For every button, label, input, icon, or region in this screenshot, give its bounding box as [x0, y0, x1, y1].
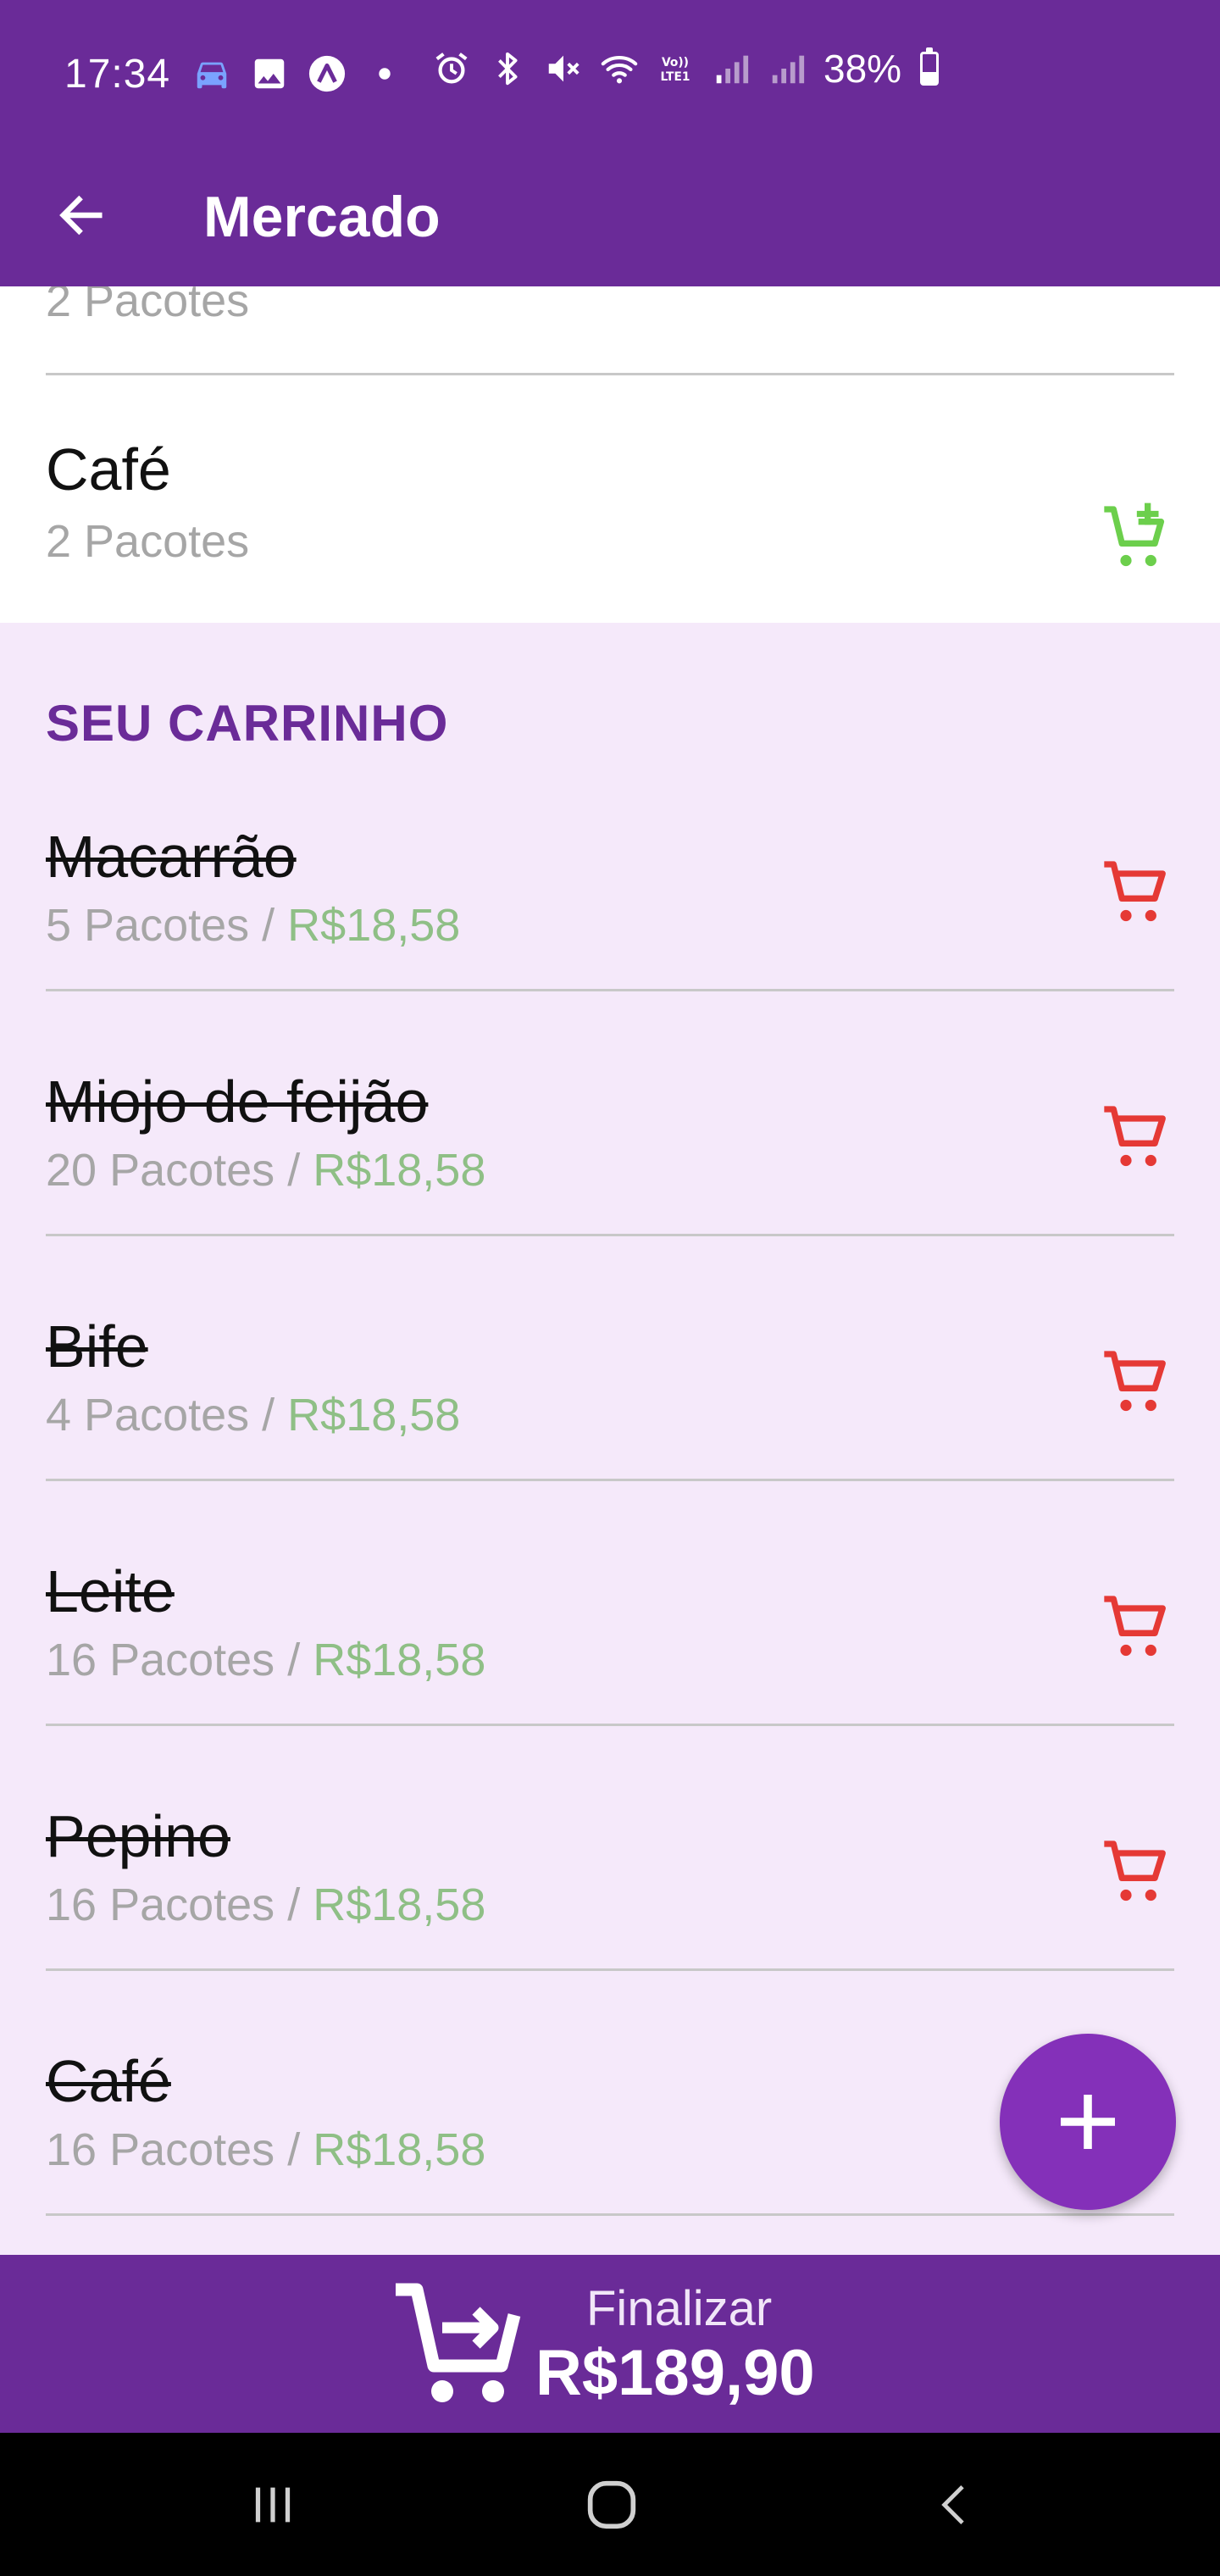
separator: / [274, 1879, 313, 1930]
item-quantity: 2 Pacotes [46, 286, 250, 326]
svg-text:LTE1: LTE1 [661, 70, 690, 84]
volte-icon: Vo))LTE1 [661, 56, 690, 84]
bluetooth-icon [498, 52, 518, 86]
item-quantity: 16 Pacotes [46, 1635, 275, 1685]
mute-icon [548, 55, 580, 82]
separator: / [274, 2124, 313, 2175]
remove-from-cart-icon [1104, 861, 1166, 922]
item-quantity: 16 Pacotes [46, 1879, 275, 1930]
car-icon [197, 62, 227, 89]
divider [46, 1968, 1174, 1971]
remove-from-cart-icon [1104, 1351, 1166, 1412]
app-bar: Mercado [0, 147, 1220, 286]
add-to-cart-button[interactable] [1093, 495, 1178, 580]
item-details: 16 Pacotes / R$18,58 [46, 2124, 485, 2176]
item-name: Leite [46, 1558, 175, 1624]
item-details: 16 Pacotes / R$18,58 [46, 1634, 485, 1686]
item-price: R$18,58 [313, 1879, 486, 1930]
item-name: Café [46, 2048, 171, 2114]
svg-text:Vo)): Vo)) [662, 56, 689, 69]
wifi-icon [601, 55, 638, 84]
item-name: Café [46, 436, 171, 502]
signal-icon [772, 55, 805, 84]
item-name: Miojo de feijão [46, 1069, 429, 1135]
cart-section-title: SEU CARRINHO [46, 695, 449, 752]
battery-percentage: 38% [824, 47, 902, 91]
recents-icon [255, 2487, 291, 2523]
divider [46, 1234, 1174, 1236]
remove-from-cart-button[interactable] [1093, 1095, 1178, 1180]
remove-from-cart-icon [1104, 1106, 1166, 1167]
item-details: 5 Pacotes / R$18,58 [46, 899, 460, 952]
remove-from-cart-button[interactable] [1093, 1340, 1178, 1424]
separator: / [274, 1635, 313, 1685]
dot-icon [379, 68, 391, 80]
item-quantity: 2 Pacotes [46, 516, 250, 567]
a-icon [309, 55, 346, 92]
cart-checkout-icon [396, 2283, 521, 2402]
add-to-cart-icon [1104, 502, 1165, 567]
separator: / [249, 900, 288, 951]
back-button[interactable] [47, 181, 115, 249]
item-quantity: 20 Pacotes [46, 1145, 275, 1196]
item-price: R$18,58 [313, 1145, 486, 1196]
finalize-button[interactable]: Finalizar R$189,90 [0, 2255, 1220, 2433]
cart-section: SEU CARRINHO Macarrão 5 Pacotes / R$18,58… [0, 623, 1220, 2255]
recents-button[interactable] [230, 2467, 315, 2543]
remove-from-cart-button[interactable] [1093, 1829, 1178, 1914]
separator: / [249, 1390, 288, 1441]
status-bar: 17:34 Vo)) LTE1 38% [0, 0, 1220, 147]
item-quantity: 4 Pacotes [46, 1390, 250, 1441]
page-title: Mercado [203, 185, 441, 249]
status-system-icons: Vo)) LTE1 38% [432, 46, 940, 92]
divider [46, 989, 1174, 991]
item-quantity: 5 Pacotes [46, 900, 250, 951]
add-item-button[interactable] [1000, 2034, 1176, 2210]
alarm-icon [435, 53, 468, 84]
status-notification-icons [192, 54, 404, 93]
remove-from-cart-button[interactable] [1093, 1585, 1178, 1669]
status-time: 17:34 [64, 51, 171, 97]
item-price: R$18,58 [313, 2124, 486, 2175]
divider [46, 373, 1174, 375]
navigation-bar [0, 2433, 1220, 2576]
remove-from-cart-icon [1104, 1596, 1166, 1657]
item-name: Bife [46, 1313, 148, 1380]
screen: 17:34 Vo)) LTE1 38% Mercado 2 Pacotes Ca… [0, 0, 1220, 2576]
item-quantity: 16 Pacotes [46, 2124, 275, 2175]
image-icon [254, 58, 285, 89]
remove-from-cart-icon [1104, 1840, 1166, 1901]
divider [46, 2213, 1174, 2216]
finalize-label: Finalizar [586, 2281, 773, 2336]
arrow-left-icon [59, 195, 103, 236]
item-name: Pepino [46, 1803, 230, 1869]
divider [46, 1724, 1174, 1726]
signal-icon [716, 55, 749, 84]
item-details: 16 Pacotes / R$18,58 [46, 1879, 485, 1931]
item-price: R$18,58 [287, 900, 461, 951]
back-chevron-icon [941, 2484, 964, 2525]
item-details: 4 Pacotes / R$18,58 [46, 1389, 460, 1441]
divider [46, 1479, 1174, 1481]
item-details: 20 Pacotes / R$18,58 [46, 1144, 485, 1196]
battery-icon [920, 47, 940, 86]
pending-items-list: 2 Pacotes Café 2 Pacotes [0, 286, 1220, 622]
remove-from-cart-button[interactable] [1093, 850, 1178, 935]
battery-level [923, 72, 937, 83]
system-back-button[interactable] [913, 2467, 998, 2543]
home-icon [587, 2480, 636, 2529]
home-button[interactable] [569, 2467, 654, 2543]
plus-icon [1061, 2095, 1115, 2149]
item-name: Macarrão [46, 824, 297, 890]
cart-total: R$189,90 [535, 2337, 815, 2409]
separator: / [274, 1145, 313, 1196]
item-price: R$18,58 [287, 1390, 461, 1441]
item-price: R$18,58 [313, 1635, 486, 1685]
